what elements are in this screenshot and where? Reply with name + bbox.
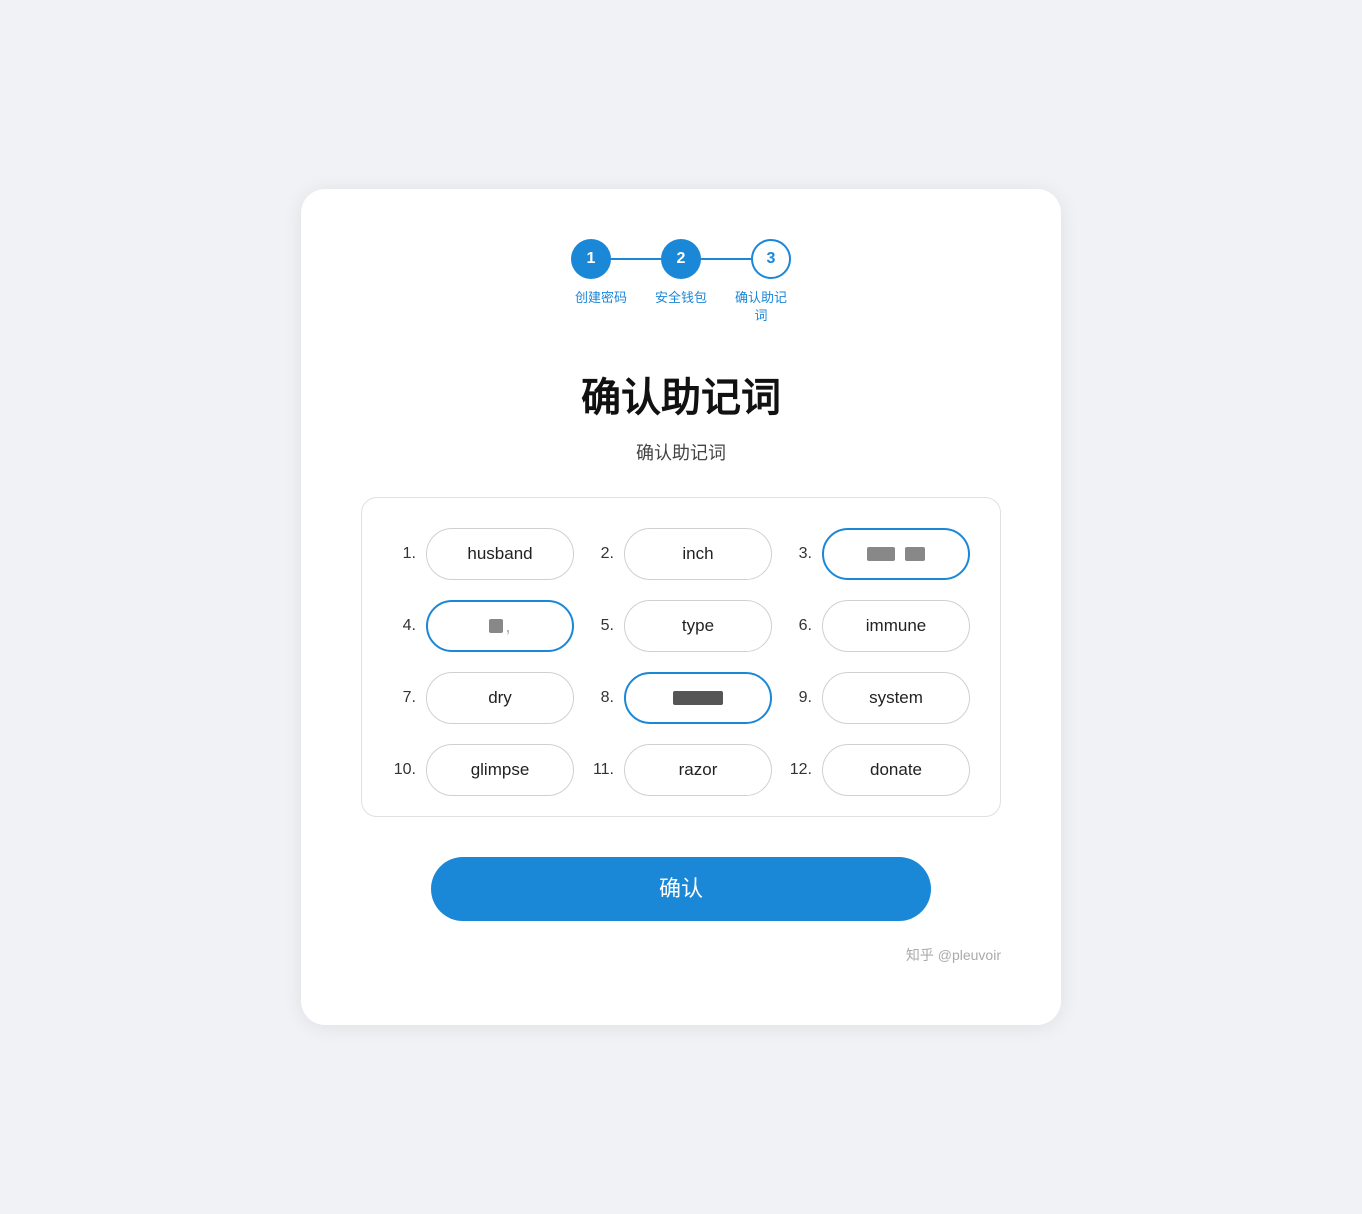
redacted-block-4 [489,619,503,633]
step-connector-1 [611,258,661,260]
step-2-label: 安全钱包 [641,289,721,325]
word-text-9: system [869,688,923,708]
stepper-labels: 创建密码 安全钱包 确认助记词 [561,289,801,325]
step-1-circle: 1 [571,239,611,279]
word-number-3: 3. [788,545,812,563]
word-number-6: 6. [788,617,812,635]
word-number-9: 9. [788,689,812,707]
word-box-2[interactable]: inch [624,528,772,580]
word-box-1[interactable]: husband [426,528,574,580]
word-row-5: 5. type [590,600,772,652]
word-row-9: 9. system [788,672,970,724]
word-text-6: immune [866,616,926,636]
word-row-11: 11. razor [590,744,772,796]
step-connector-2 [701,258,751,260]
word-text-10: glimpse [471,760,530,780]
word-row-1: 1. husband [392,528,574,580]
stepper-circles: 1 2 3 [571,239,791,279]
main-card: 1 2 3 创建密码 安全钱包 确认助记词 确认助记词 确认助记词 1. [301,189,1061,1025]
word-row-2: 2. inch [590,528,772,580]
word-box-5[interactable]: type [624,600,772,652]
word-box-10[interactable]: glimpse [426,744,574,796]
word-text-5: type [682,616,714,636]
confirm-button[interactable]: 确认 [431,857,931,921]
word-box-7[interactable]: dry [426,672,574,724]
step-2-circle: 2 [661,239,701,279]
word-number-7: 7. [392,689,416,707]
word-box-4[interactable]: , [426,600,574,652]
word-row-3: 3. [788,528,970,580]
word-row-12: 12. donate [788,744,970,796]
word-box-11[interactable]: razor [624,744,772,796]
step-3-label: 确认助记词 [721,289,801,325]
word-grid: 1. husband 2. inch 3. [392,528,970,796]
word-text-12: donate [870,760,922,780]
main-title: 确认助记词 [361,365,1001,423]
word-number-4: 4. [392,617,416,635]
stepper: 1 2 3 创建密码 安全钱包 确认助记词 [361,239,1001,325]
word-box-3[interactable] [822,528,970,580]
word-box-9[interactable]: system [822,672,970,724]
cursor-4: , [505,616,510,637]
word-row-6: 6. immune [788,600,970,652]
word-number-1: 1. [392,545,416,563]
word-text-1: husband [467,544,532,564]
word-row-10: 10. glimpse [392,744,574,796]
word-box-6[interactable]: immune [822,600,970,652]
word-row-8: 8. [590,672,772,724]
word-box-12[interactable]: donate [822,744,970,796]
step-3-circle: 3 [751,239,791,279]
word-row-7: 7. dry [392,672,574,724]
word-number-2: 2. [590,545,614,563]
word-number-12: 12. [788,761,812,779]
word-number-5: 5. [590,617,614,635]
word-box-8[interactable] [624,672,772,724]
word-text-11: razor [679,760,718,780]
word-grid-container: 1. husband 2. inch 3. [361,497,1001,817]
redacted-block-8 [673,691,723,705]
word-text-7: dry [488,688,512,708]
word-number-8: 8. [590,689,614,707]
word-number-10: 10. [392,761,416,779]
step-1-label: 创建密码 [561,289,641,325]
word-text-2: inch [682,544,713,564]
word-number-11: 11. [590,761,614,779]
sub-title: 确认助记词 [361,439,1001,465]
watermark: 知乎 @pleuvoir [361,945,1001,965]
redacted-block-3a [867,547,895,561]
word-row-4: 4. , [392,600,574,652]
redacted-block-3b [905,547,925,561]
